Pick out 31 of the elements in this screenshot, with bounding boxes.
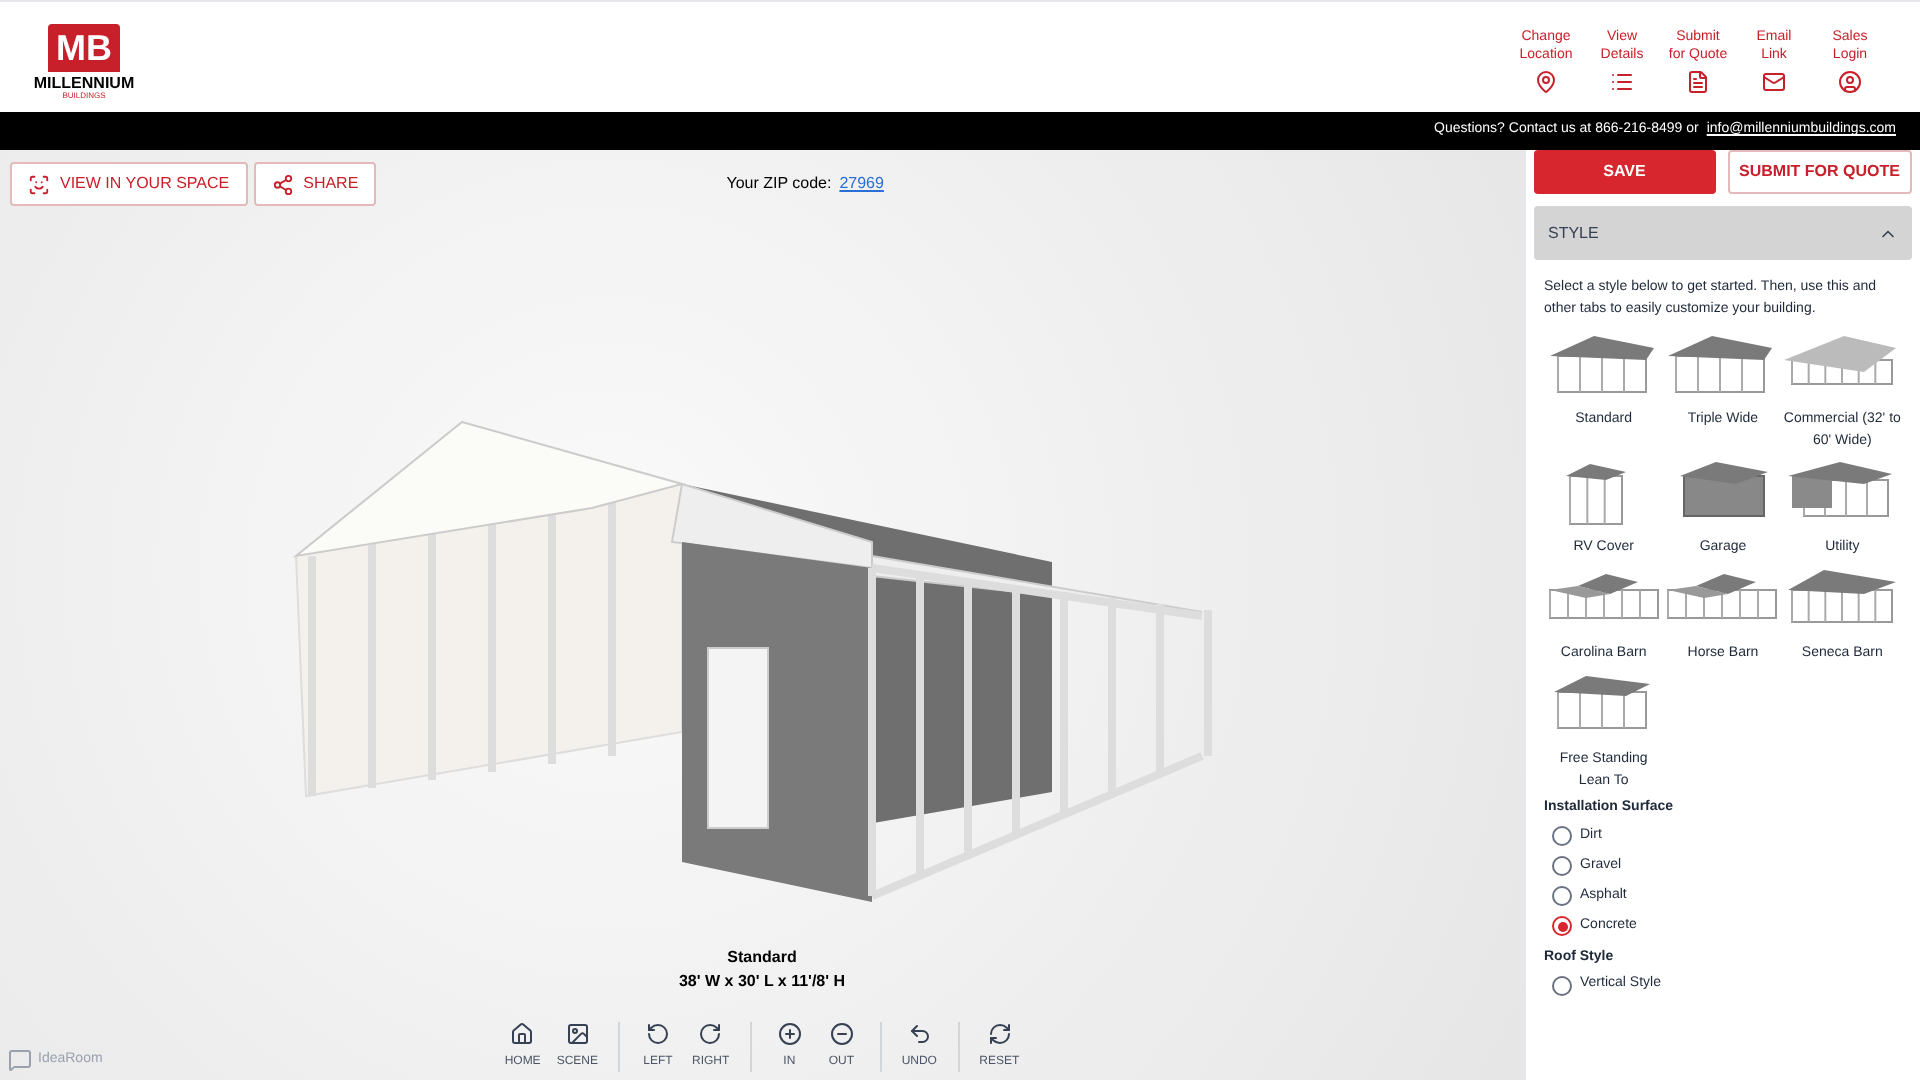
submit-quote-button[interactable]: SUBMIT FOR QUOTE <box>1727 150 1912 194</box>
rotate-left-icon <box>645 1022 670 1046</box>
building-size-caption: 38' W x 30' L x 11'/8' H <box>678 970 846 994</box>
radio-button[interactable] <box>1552 886 1572 906</box>
reset-icon <box>987 1022 1012 1046</box>
scan-icon <box>28 173 50 195</box>
viewer-action-button[interactable]: SHARE <box>253 162 377 206</box>
building-style-caption: Standard <box>727 946 797 970</box>
zip-link[interactable]: 27969 <box>839 172 884 196</box>
logo-letters: MB <box>56 27 112 67</box>
map-pin-icon <box>1534 70 1558 94</box>
user-icon <box>1838 70 1862 94</box>
logo-name: MILLENNIUM <box>33 75 135 91</box>
save-button[interactable]: SAVE <box>1534 150 1715 194</box>
mail-icon <box>1762 70 1786 94</box>
share-icon <box>271 173 294 195</box>
radio-button[interactable] <box>1552 916 1572 936</box>
radio-button[interactable] <box>1552 826 1572 846</box>
radio-button[interactable] <box>1552 975 1572 995</box>
viewer-action-button[interactable]: VIEW IN YOUR SPACE <box>10 162 248 206</box>
undo-icon <box>907 1022 932 1046</box>
image-icon <box>565 1022 590 1046</box>
zoom-in-icon <box>777 1022 802 1046</box>
zoom-out-icon <box>829 1022 854 1046</box>
style-section-header[interactable]: STYLE <box>1534 206 1912 260</box>
radio-button[interactable] <box>1552 856 1572 876</box>
rotate-right-icon <box>698 1022 723 1046</box>
speech-bubble-icon <box>8 1048 32 1072</box>
home-icon <box>510 1022 535 1046</box>
zip-label: Your ZIP code: <box>726 172 832 196</box>
document-icon <box>1686 70 1710 94</box>
